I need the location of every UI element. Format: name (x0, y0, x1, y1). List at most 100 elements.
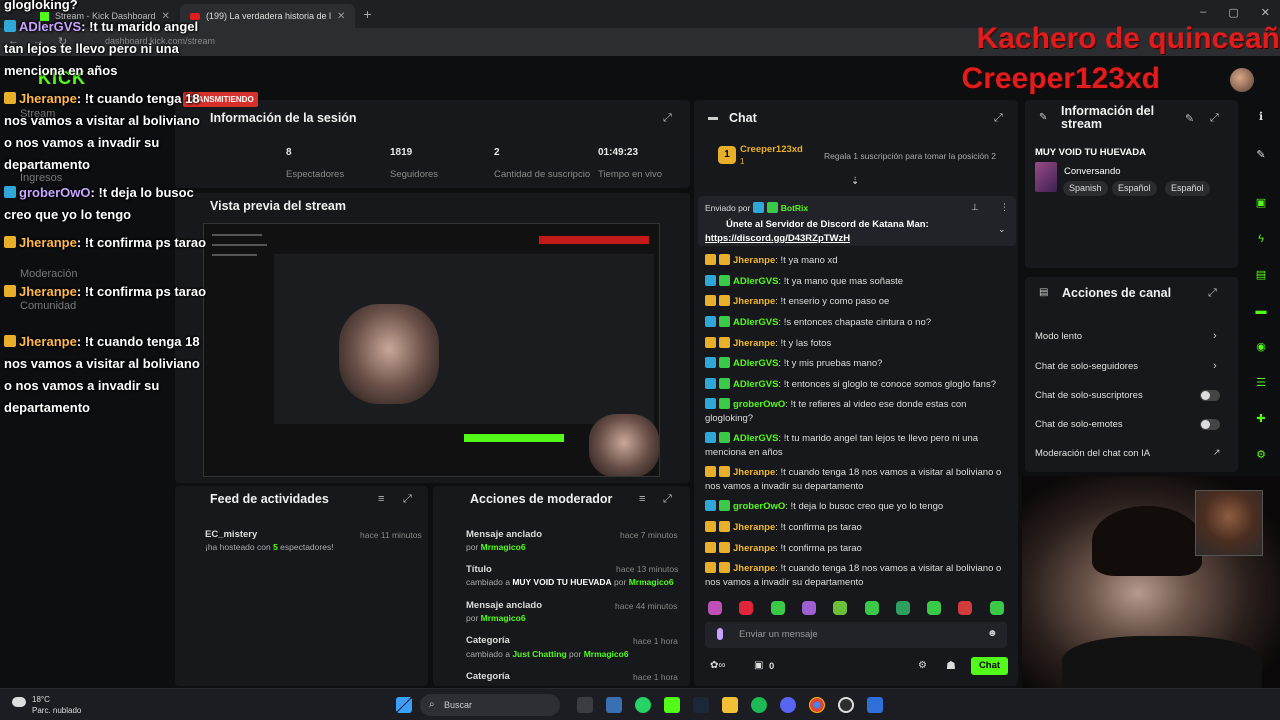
more-icon[interactable]: ⋮ (1000, 202, 1009, 213)
action-ai-moderation[interactable]: Moderación del chat con IA (1035, 448, 1150, 459)
whatsapp-icon[interactable] (635, 697, 651, 713)
discord-icon[interactable] (780, 697, 796, 713)
emoji-icon[interactable]: ☻ (987, 628, 998, 639)
chat-username[interactable]: ADlerGVS (733, 433, 778, 444)
emotes-only-toggle[interactable] (1200, 419, 1220, 430)
weather-widget[interactable]: 18°C Parc. nublado (12, 694, 81, 716)
sidebar-item-moderacion[interactable]: Moderación (20, 268, 77, 280)
chat-username[interactable]: ADlerGVS (733, 358, 778, 369)
send-chat-button[interactable]: Chat (971, 657, 1008, 675)
close-window-icon[interactable]: ✕ (1261, 6, 1270, 19)
emote-icon[interactable] (895, 601, 910, 615)
folder-icon[interactable] (722, 697, 738, 713)
points-icon[interactable]: ✿∞ (710, 660, 726, 671)
user-badge-icon (705, 275, 716, 286)
emote-icon[interactable] (958, 601, 973, 615)
stream-preview-video[interactable] (203, 223, 660, 477)
overlay-chat-line: Jheranpe: !t confirma ps tarao (4, 281, 210, 303)
steam-icon[interactable] (693, 697, 709, 713)
chat-icon: ▬ (708, 112, 718, 123)
top-gifter-name[interactable]: Creeper123xd (740, 144, 803, 155)
users-icon[interactable]: ☗ (946, 659, 956, 672)
tools-icon[interactable]: ✚ (1252, 410, 1270, 428)
chat-username[interactable]: Jheranpe (733, 543, 775, 554)
emote-icon[interactable] (864, 601, 879, 615)
chevron-right-icon[interactable]: › (1213, 360, 1217, 372)
chevron-down-icon[interactable]: ⌄ (998, 224, 1006, 235)
chat-username[interactable]: Jheranpe (733, 522, 775, 533)
gear-icon[interactable]: ⚙ (1252, 446, 1270, 464)
chat-username[interactable]: ADlerGVS (733, 317, 778, 328)
expand-icon[interactable]: ⤢ (1210, 112, 1219, 125)
chat-username[interactable]: groberOwO (733, 501, 785, 512)
chat-username[interactable]: Jheranpe (733, 255, 775, 266)
emote-icon[interactable] (833, 601, 848, 615)
broadcast-icon[interactable]: ◉ (1252, 338, 1270, 356)
chevron-down-icon[interactable]: ⇣ (851, 176, 859, 187)
new-tab-icon[interactable]: + (363, 6, 371, 22)
filter-icon[interactable]: ≡ (378, 493, 384, 505)
gear-icon[interactable]: ⚙ (918, 660, 927, 671)
chat-username[interactable]: Jheranpe (733, 296, 775, 307)
chat-username[interactable]: groberOwO (733, 399, 785, 410)
chat-message: Jheranpe: !t cuando tenga 18 nos vamos a… (705, 562, 1002, 588)
pin-icon[interactable]: ⊥ (971, 202, 979, 213)
emote-icon[interactable] (708, 601, 722, 615)
chevron-right-icon[interactable]: › (1213, 330, 1217, 342)
expand-icon[interactable]: ⤢ (663, 112, 672, 125)
expand-icon[interactable]: ⤢ (1208, 287, 1217, 300)
spotify-icon[interactable] (751, 697, 767, 713)
expand-icon[interactable]: ⤢ (663, 493, 672, 506)
emote-icon[interactable] (739, 601, 754, 615)
crop-icon[interactable]: ▣ (1252, 194, 1270, 212)
chat-message: groberOwO: !t te refieres al video ese d… (705, 398, 967, 424)
emote-icon[interactable] (927, 601, 942, 615)
subs-only-toggle[interactable] (1200, 390, 1220, 401)
emote-icon[interactable] (801, 601, 816, 615)
user-badge-icon (719, 542, 730, 553)
user-badge-icon (705, 500, 716, 511)
info-icon[interactable]: ℹ (1252, 108, 1270, 126)
activity-user[interactable]: EC_mistery (205, 529, 257, 540)
taskbar-search[interactable]: ⌕ Buscar (420, 694, 560, 716)
pinned-link[interactable]: https://discord.gg/D43RZpTWzH (705, 233, 850, 244)
layout-icon[interactable]: ▤ (1252, 266, 1270, 284)
chat-username[interactable]: ADlerGVS (733, 379, 778, 390)
message-icon[interactable]: ▬ (1252, 302, 1270, 320)
modaction-time: hace 1 hora (633, 636, 678, 646)
chat-message-text: !t y mis pruebas mano? (783, 358, 883, 369)
gift-prompt[interactable]: Regala 1 suscripción para tomar la posic… (824, 151, 996, 161)
chat-username[interactable]: Jheranpe (733, 467, 775, 478)
bolt-icon[interactable]: ϟ (1252, 230, 1270, 248)
maximize-icon[interactable]: ▢ (1228, 6, 1238, 19)
category-name[interactable]: Conversando (1064, 166, 1121, 177)
close-icon[interactable]: ✕ (337, 11, 345, 22)
pinned-header: Enviado por BotRix (705, 202, 809, 213)
edit-icon[interactable]: ✎ (1185, 112, 1194, 125)
chat-username[interactable]: Jheranpe (733, 338, 775, 349)
pencil-icon[interactable]: ✎ (1252, 146, 1270, 164)
expand-icon[interactable]: ⤢ (403, 493, 412, 506)
chrome-icon[interactable] (809, 697, 825, 713)
minimize-icon[interactable]: – (1200, 6, 1206, 19)
windows-start-icon[interactable] (396, 697, 412, 713)
kick-icon[interactable] (664, 697, 680, 713)
app-icon[interactable] (867, 697, 883, 713)
emote-icon[interactable] (989, 601, 1004, 615)
expand-icon[interactable]: ⤢ (994, 112, 1003, 125)
list-icon[interactable]: ☰ (1252, 374, 1270, 392)
filter-icon[interactable]: ≡ (639, 493, 645, 505)
user-badge-icon (705, 542, 716, 553)
gift-icon[interactable]: ▣ (754, 660, 763, 671)
obs-icon[interactable] (838, 697, 854, 713)
action-followers-only[interactable]: Chat de solo-seguidores (1035, 361, 1138, 372)
external-link-icon[interactable]: ↗ (1213, 447, 1221, 458)
emote-icon[interactable] (770, 601, 785, 615)
action-slow-mode[interactable]: Modo lento (1035, 331, 1082, 342)
chat-input[interactable]: Enviar un mensaje ☻ (705, 622, 1007, 648)
calculator-icon[interactable] (606, 697, 622, 713)
task-view-icon[interactable] (577, 697, 593, 713)
chat-username[interactable]: Jheranpe (733, 563, 775, 574)
mic-icon[interactable] (717, 628, 723, 640)
chat-username[interactable]: ADlerGVS (733, 276, 778, 287)
